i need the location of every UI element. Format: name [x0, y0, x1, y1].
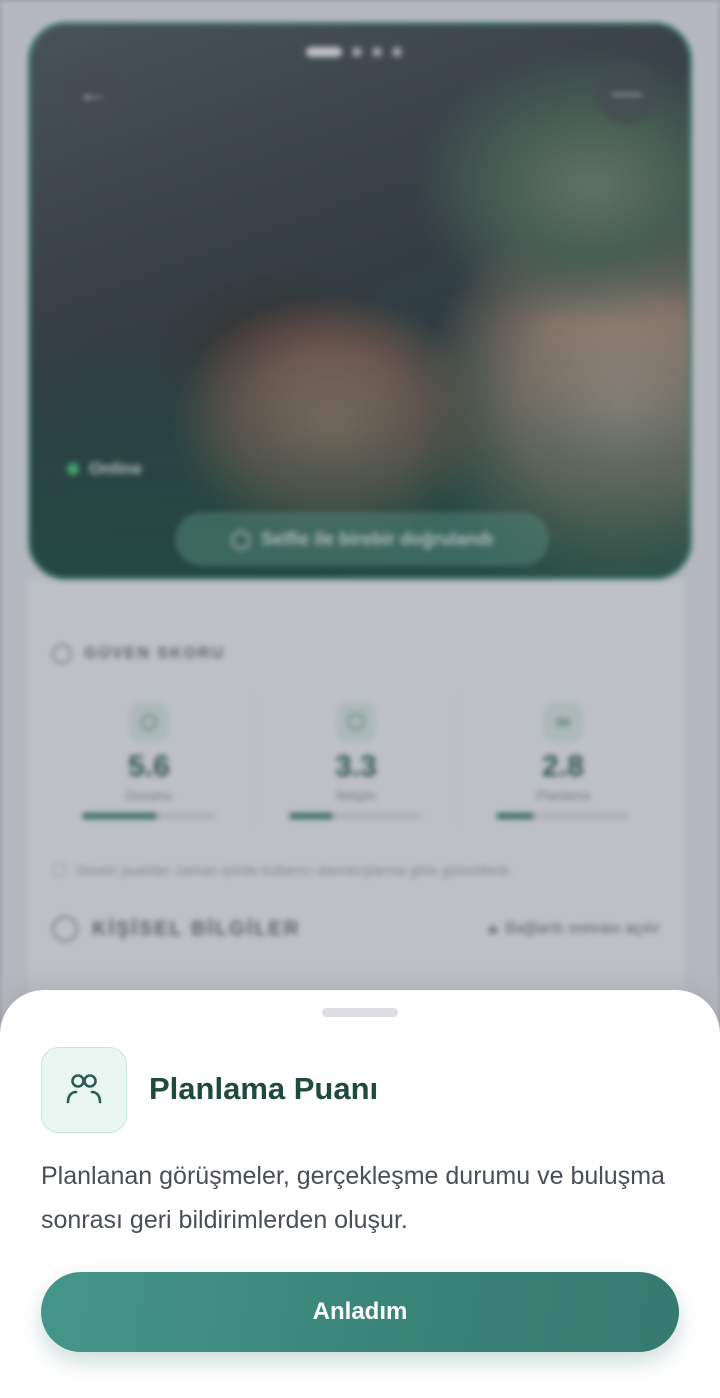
sheet-title: Planlama Puanı — [149, 1071, 379, 1106]
info-bottom-sheet: Planlama Puanı Planlanan görüşmeler, ger… — [0, 990, 720, 1398]
understood-button[interactable]: Anladım — [41, 1272, 679, 1352]
people-icon — [41, 1047, 127, 1133]
sheet-drag-handle[interactable] — [322, 1008, 398, 1017]
sheet-description: Planlanan görüşmeler, gerçekleşme durumu… — [41, 1162, 665, 1234]
